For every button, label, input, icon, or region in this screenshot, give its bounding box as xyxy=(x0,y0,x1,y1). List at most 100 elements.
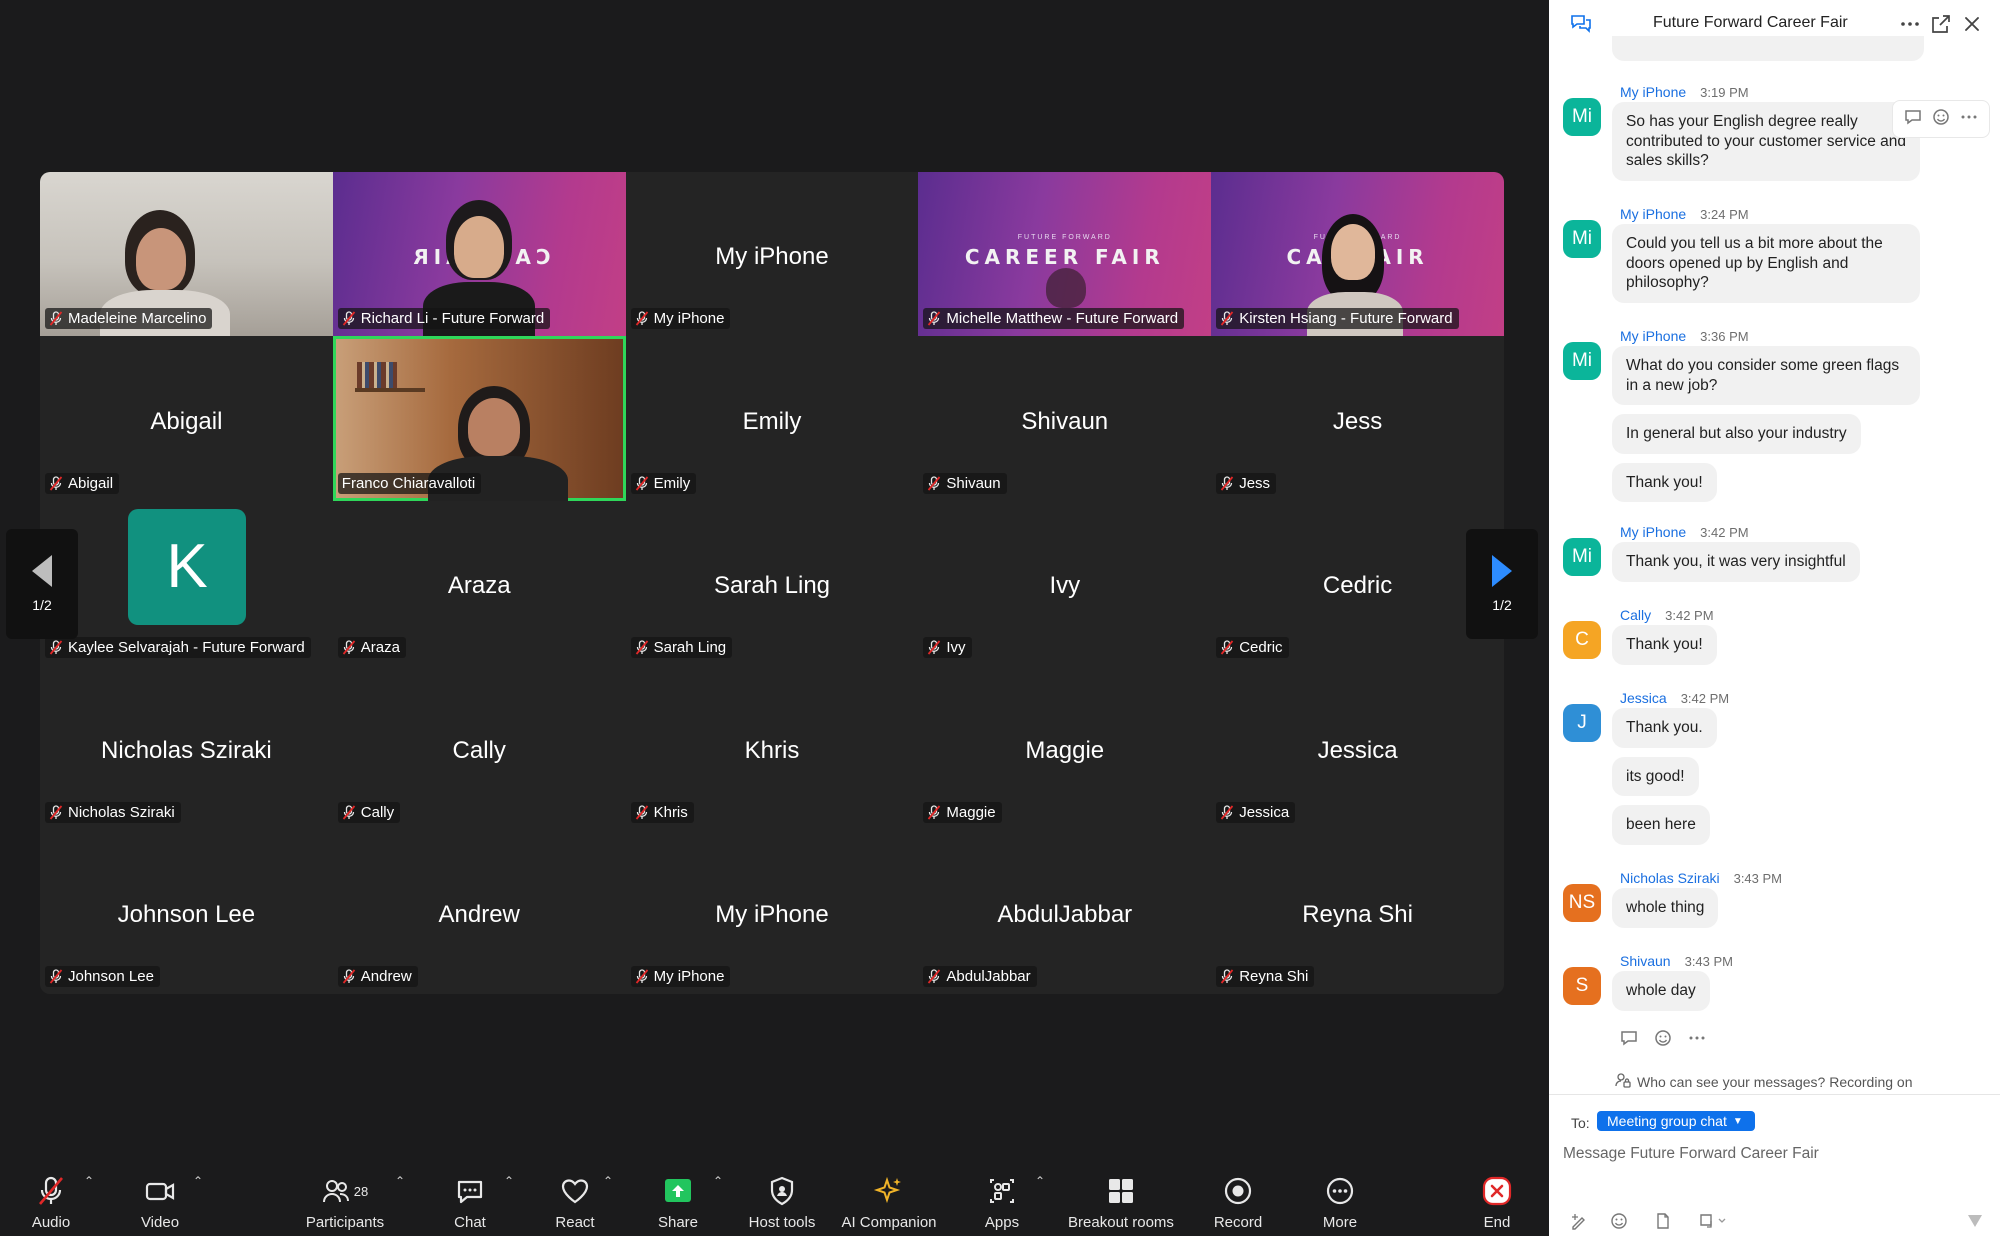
ai-companion-button[interactable]: AI Companion xyxy=(838,1160,940,1236)
participant-tile[interactable]: Jess Jess xyxy=(1211,336,1504,501)
send-icon[interactable] xyxy=(1965,1211,1985,1236)
participant-tile[interactable]: Jessica Jessica xyxy=(1211,665,1504,830)
format-text-icon[interactable] xyxy=(1569,1211,1589,1236)
sender-name[interactable]: Jessica xyxy=(1620,690,1667,706)
participant-tile[interactable]: Franco Chiaravalloti xyxy=(332,336,626,501)
message-bubble[interactable]: Thank you, it was very insightful xyxy=(1612,542,1860,582)
add-reaction-icon[interactable] xyxy=(1931,107,1951,132)
participant-tile[interactable]: My iPhone My iPhone xyxy=(625,172,919,337)
participant-tile[interactable]: K Kaylee Selvarajah - Future Forward xyxy=(40,500,333,666)
participant-tile[interactable]: Ivy Ivy xyxy=(918,500,1212,666)
reply-icon[interactable] xyxy=(1619,1028,1639,1053)
message-more-icon[interactable] xyxy=(1959,107,1979,132)
end-meeting-button[interactable]: End xyxy=(1467,1160,1527,1236)
previous-page-button[interactable]: 1/2 xyxy=(6,529,78,639)
chat-options-caret[interactable]: ⌃ xyxy=(504,1174,514,1188)
apps-options-caret[interactable]: ⌃ xyxy=(1035,1174,1045,1188)
message-bubble[interactable]: In general but also your industry xyxy=(1612,414,1861,454)
message-bubble[interactable]: been here xyxy=(1612,805,1710,845)
participants-button[interactable]: 28 Participants xyxy=(295,1160,395,1236)
participant-tile[interactable]: Khris Khris xyxy=(625,665,919,830)
participant-nameplate: Kirsten Hsiang - Future Forward xyxy=(1216,308,1459,330)
attach-file-icon[interactable] xyxy=(1653,1211,1673,1236)
participant-tile[interactable]: Shivaun Shivaun xyxy=(918,336,1212,501)
participant-nameplate: Abigail xyxy=(45,472,120,494)
video-label: Video xyxy=(140,1214,180,1231)
participant-nameplate: Madeleine Marcelino xyxy=(45,308,213,330)
sender-name[interactable]: My iPhone xyxy=(1620,328,1686,344)
participant-display-name: Khris xyxy=(744,736,800,764)
apps-icon xyxy=(985,1174,1019,1208)
sender-name[interactable]: Shivaun xyxy=(1620,953,1671,969)
video-options-caret[interactable]: ⌃ xyxy=(193,1174,203,1188)
participant-tile[interactable]: Nicholas Sziraki Nicholas Sziraki xyxy=(40,665,333,830)
participant-tile[interactable]: Araza Araza xyxy=(332,500,626,666)
recipient-dropdown[interactable]: Meeting group chat ▼ xyxy=(1597,1111,1755,1131)
page-indicator: 1/2 xyxy=(32,597,52,613)
message-bubble[interactable]: Thank you! xyxy=(1612,625,1717,665)
sender-name[interactable]: Nicholas Sziraki xyxy=(1620,870,1720,886)
sender-name[interactable]: My iPhone xyxy=(1620,206,1686,222)
sender-name[interactable]: My iPhone xyxy=(1620,84,1686,100)
participant-tile[interactable]: My iPhone My iPhone xyxy=(625,829,919,994)
apps-button[interactable]: Apps xyxy=(972,1160,1032,1236)
microphone-muted-icon xyxy=(1220,311,1234,326)
message-bubble[interactable]: whole day xyxy=(1612,971,1710,1011)
participant-tile[interactable]: CAR FAIR Richard Li - Future Forward xyxy=(332,172,626,337)
breakout-rooms-button[interactable]: Breakout rooms xyxy=(1064,1160,1178,1236)
message-bubble[interactable]: whole thing xyxy=(1612,888,1719,928)
microphone-muted-icon xyxy=(1220,804,1234,820)
sender-name[interactable]: My iPhone xyxy=(1620,524,1686,540)
screenshot-icon[interactable] xyxy=(1697,1211,1727,1236)
message-more-icon[interactable] xyxy=(1687,1028,1707,1053)
chat-button[interactable]: Chat xyxy=(440,1160,500,1236)
emoji-icon[interactable] xyxy=(1609,1211,1629,1236)
participant-name: My iPhone xyxy=(653,310,725,328)
participant-tile[interactable]: Andrew Andrew xyxy=(332,829,626,994)
participant-tile[interactable]: Abigail Abigail xyxy=(40,336,333,501)
participant-nameplate: My iPhone xyxy=(630,308,731,330)
participants-options-caret[interactable]: ⌃ xyxy=(395,1174,405,1188)
participant-tile[interactable]: Reyna Shi Reyna Shi xyxy=(1211,829,1504,994)
participant-tile[interactable]: AbdulJabbar AbdulJabbar xyxy=(918,829,1212,994)
share-button[interactable]: Share xyxy=(648,1160,708,1236)
sender-name[interactable]: Cally xyxy=(1620,607,1651,623)
chat-label: Chat xyxy=(454,1214,486,1231)
message-time: 3:42 PM xyxy=(1700,525,1749,540)
microphone-muted-icon xyxy=(34,1174,68,1208)
participant-tile[interactable]: FUTURE ORWARDCAR FAIRKirsten Hsiang - Fu… xyxy=(1211,172,1504,337)
participant-tile[interactable]: Sarah Ling Sarah Ling xyxy=(625,500,919,666)
video-button[interactable]: Video xyxy=(133,1160,187,1236)
participant-tile[interactable]: Maggie Maggie xyxy=(918,665,1212,830)
share-options-caret[interactable]: ⌃ xyxy=(713,1174,723,1188)
participant-tile[interactable]: Cally Cally xyxy=(332,665,626,830)
participant-tile[interactable]: Madeleine Marcelino xyxy=(40,172,333,337)
close-icon[interactable] xyxy=(1960,12,1984,41)
participant-display-name: Jessica xyxy=(1317,736,1398,764)
audio-options-caret[interactable]: ⌃ xyxy=(84,1174,94,1188)
react-options-caret[interactable]: ⌃ xyxy=(603,1174,613,1188)
reply-icon[interactable] xyxy=(1903,107,1923,132)
participant-tile[interactable]: Emily Emily xyxy=(625,336,919,501)
message-bubble[interactable]: What do you consider some green flags in… xyxy=(1612,346,1920,405)
recording-notice[interactable]: Who can see your messages? Recording on xyxy=(1615,1072,1912,1091)
record-button[interactable]: Record xyxy=(1208,1160,1268,1236)
participant-tile[interactable]: Johnson Lee Johnson Lee xyxy=(40,829,333,994)
participant-tile[interactable]: FUTURE FORWARD CAREER FAIR Michelle Matthe… xyxy=(918,172,1212,337)
audio-button[interactable]: Audio xyxy=(24,1160,78,1236)
meeting-toolbar: Audio ⌃ Video ⌃ 28 Participants ⌃ Chat ⌃… xyxy=(0,1160,1549,1236)
more-button[interactable]: More xyxy=(1310,1160,1370,1236)
message-bubble[interactable]: Could you tell us a bit more about the d… xyxy=(1612,224,1920,303)
message-bubble[interactable]: So has your English degree really contri… xyxy=(1612,102,1920,181)
message-bubble[interactable]: Thank you. xyxy=(1612,708,1717,748)
message-input[interactable] xyxy=(1563,1141,1983,1167)
host-tools-button[interactable]: Host tools xyxy=(743,1160,821,1236)
participant-tile[interactable]: Cedric Cedric xyxy=(1211,500,1504,666)
message-bubble[interactable]: Thank you! xyxy=(1612,462,1717,502)
pop-out-icon[interactable] xyxy=(1929,12,1953,41)
message-bubble[interactable]: its good! xyxy=(1612,756,1699,796)
add-reaction-icon[interactable] xyxy=(1653,1028,1673,1053)
react-button[interactable]: React xyxy=(545,1160,605,1236)
next-page-button[interactable]: 1/2 xyxy=(1466,529,1538,639)
more-label: More xyxy=(1322,1214,1358,1231)
